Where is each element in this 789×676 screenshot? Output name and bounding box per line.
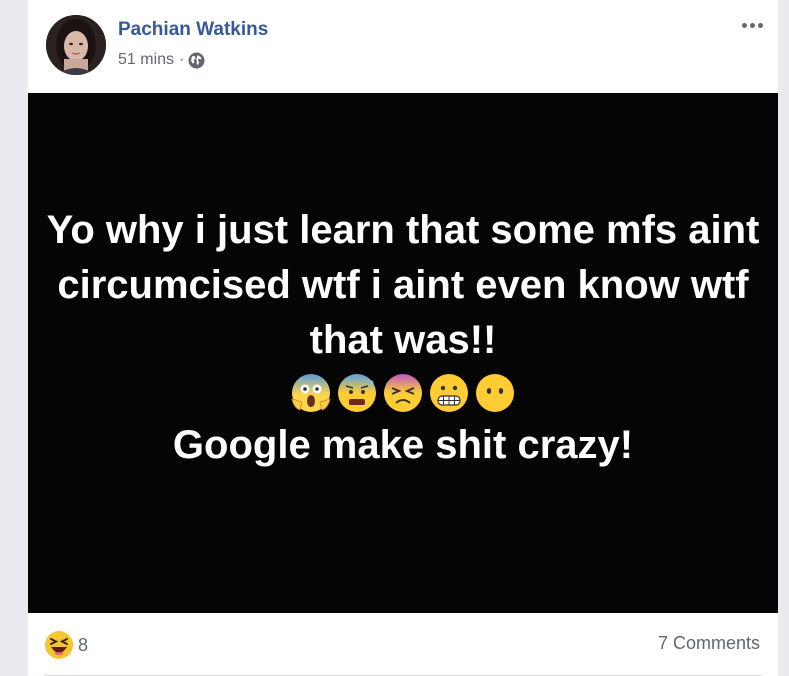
- no-mouth-face-emoji: [476, 374, 514, 412]
- anxious-sweat-face-emoji: [338, 374, 376, 412]
- confounded-face-emoji: [384, 374, 422, 412]
- post-text-line-2: Google make shit crazy!: [172, 423, 634, 467]
- globe-icon[interactable]: [188, 52, 205, 69]
- haha-reaction-icon: [45, 631, 73, 659]
- author-name[interactable]: Pachian Watkins: [118, 19, 268, 41]
- post-card: Pachian Watkins 51 mins · Yo why i just …: [28, 0, 778, 676]
- post-background: Yo why i just learn that some mfs aint c…: [28, 93, 778, 613]
- reactions-summary[interactable]: 8: [44, 630, 88, 660]
- emoji-row: [290, 368, 516, 418]
- avatar[interactable]: [46, 15, 106, 75]
- post-text-line-1: Yo why i just learn that some mfs aint c…: [46, 208, 760, 362]
- post-timestamp[interactable]: 51 mins: [118, 51, 174, 69]
- grimacing-face-emoji: [430, 374, 468, 412]
- post-header: Pachian Watkins 51 mins ·: [28, 0, 778, 93]
- more-dot: [757, 22, 763, 28]
- post-meta: 51 mins ·: [118, 50, 205, 70]
- post-footer: 8 7 Comments: [28, 613, 778, 676]
- more-dot: [749, 22, 755, 28]
- meta-separator: ·: [179, 51, 185, 68]
- comments-link[interactable]: 7 Comments: [658, 633, 760, 654]
- screaming-face-emoji: [291, 374, 331, 412]
- more-options-icon[interactable]: [738, 14, 766, 36]
- reaction-count: 8: [78, 634, 89, 655]
- more-dot: [741, 22, 747, 28]
